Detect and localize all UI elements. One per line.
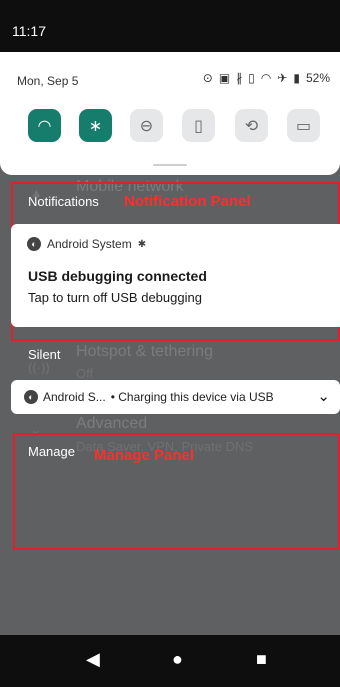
rotate-icon: ⟲ bbox=[244, 117, 259, 135]
battery-percent: 52% bbox=[305, 71, 330, 85]
recents-icon[interactable]: ■ bbox=[256, 649, 267, 670]
bg-advanced: Advanced bbox=[76, 415, 148, 432]
auto-rotate-tile[interactable]: ⟲ bbox=[235, 109, 268, 142]
bluetooth-icon: ∗ bbox=[88, 117, 103, 135]
notification-title: USB debugging connected bbox=[28, 268, 207, 284]
notification-text: Tap to turn off USB debugging bbox=[28, 290, 202, 305]
notification-panel-annotation: Notification Panel bbox=[124, 193, 251, 210]
system-icons: ⊙ ▣ ∦ ▯ ◠ ✈ ▮ 52% bbox=[203, 71, 330, 85]
charging-app-name: Android S... bbox=[43, 390, 106, 404]
back-icon[interactable]: ◀ bbox=[86, 649, 100, 670]
bluetooth-status-icon: ∦ bbox=[236, 71, 243, 85]
manage-panel-annotation: Manage Panel bbox=[94, 447, 195, 464]
wifi-icon: ◠ bbox=[37, 117, 52, 135]
manage-header[interactable]: Manage bbox=[28, 444, 75, 459]
status-bar: 11:17 bbox=[0, 0, 340, 52]
android-system-icon: ◐ bbox=[27, 237, 41, 251]
hotspot-icon: ((·)) bbox=[28, 360, 50, 375]
dnd-icon: ⊖ bbox=[139, 117, 154, 135]
silent-header: Silent bbox=[28, 347, 61, 362]
cast-icon: ▣ bbox=[218, 71, 231, 85]
battery-saver-icon: ▭ bbox=[295, 117, 312, 135]
airplane-icon: ✈ bbox=[277, 71, 288, 85]
wifi-tile[interactable]: ◠ bbox=[28, 109, 61, 142]
flashlight-icon: ▯ bbox=[194, 117, 203, 135]
date: Mon, Sep 5 bbox=[17, 74, 79, 88]
charging-text: • Charging this device via USB bbox=[110, 390, 274, 404]
dnd-tile[interactable]: ⊖ bbox=[130, 109, 163, 142]
bluetooth-tile[interactable]: ∗ bbox=[79, 109, 112, 142]
quick-settings-panel: Mon, Sep 5 ⊙ ▣ ∦ ▯ ◠ ✈ ▮ 52% ◠ ∗ ⊖ ▯ ⟲ ▭ bbox=[0, 52, 340, 175]
charging-notification[interactable]: ◐ Android S... • Charging this device vi… bbox=[11, 380, 340, 414]
notification-app-name: Android System bbox=[47, 237, 132, 251]
bug-icon: ✱ bbox=[137, 238, 147, 250]
flashlight-tile[interactable]: ▯ bbox=[182, 109, 215, 142]
bg-hotspot: Hotspot & tethering bbox=[76, 343, 213, 360]
charging-notification-row: ◐ Android S... • Charging this device vi… bbox=[24, 390, 274, 404]
drag-handle[interactable] bbox=[153, 164, 187, 166]
bg-hotspot-sub: Off bbox=[76, 366, 94, 381]
android-system-icon: ◐ bbox=[24, 390, 38, 404]
battery-saver-tile[interactable]: ▭ bbox=[287, 109, 320, 142]
home-icon[interactable]: ● bbox=[172, 649, 183, 670]
battery-icon: ▮ bbox=[293, 71, 300, 85]
clock: 11:17 bbox=[12, 23, 46, 39]
expand-chevron-icon[interactable]: ⌄ bbox=[317, 387, 330, 405]
navigation-bar: ◀ ● ■ bbox=[0, 635, 340, 687]
notifications-header: Notifications bbox=[28, 194, 99, 209]
alarm-icon: ⊙ bbox=[202, 71, 213, 85]
wifi-status-icon: ◠ bbox=[260, 71, 272, 85]
notification-header: ◐ Android System ✱ bbox=[27, 237, 146, 251]
vibrate-icon: ▯ bbox=[248, 71, 255, 85]
usb-debugging-notification[interactable]: ◐ Android System ✱ USB debugging connect… bbox=[11, 224, 340, 327]
